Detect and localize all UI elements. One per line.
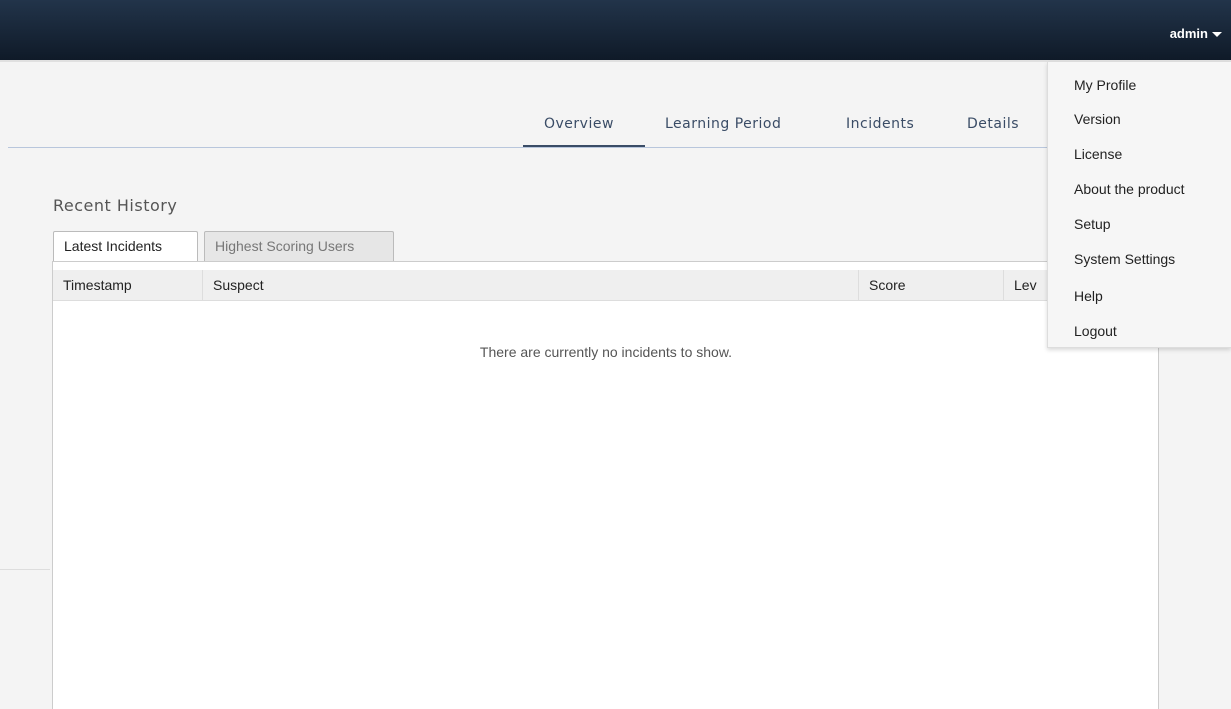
- menu-item-about[interactable]: About the product: [1074, 181, 1185, 197]
- user-menu-toggle[interactable]: admin: [1170, 26, 1222, 41]
- incidents-table: Timestamp Suspect Score Lev There are cu…: [52, 261, 1159, 709]
- column-header-score[interactable]: Score: [859, 270, 1004, 301]
- nav-divider: [8, 147, 1047, 148]
- tab-latest-incidents[interactable]: Latest Incidents: [53, 231, 198, 261]
- section-title: Recent History: [53, 196, 178, 215]
- top-bar: admin: [0, 0, 1231, 62]
- menu-item-help[interactable]: Help: [1074, 288, 1103, 304]
- user-name: admin: [1169, 26, 1208, 41]
- column-header-suspect[interactable]: Suspect: [203, 270, 859, 301]
- menu-item-system-settings[interactable]: System Settings: [1074, 251, 1175, 267]
- tab-incidents[interactable]: Incidents: [846, 116, 914, 132]
- tab-details[interactable]: Details: [967, 116, 1019, 132]
- menu-item-setup[interactable]: Setup: [1074, 216, 1111, 232]
- menu-item-version[interactable]: Version: [1074, 111, 1121, 127]
- table-header: Timestamp Suspect Score Lev: [53, 270, 1159, 301]
- empty-state-message: There are currently no incidents to show…: [479, 344, 733, 360]
- tab-learning-period[interactable]: Learning Period: [665, 116, 781, 132]
- menu-item-license[interactable]: License: [1074, 146, 1122, 162]
- active-tab-indicator: [523, 145, 645, 147]
- tab-highest-scoring-users[interactable]: Highest Scoring Users: [204, 231, 394, 261]
- caret-down-icon: [1212, 32, 1222, 38]
- column-header-timestamp[interactable]: Timestamp: [53, 270, 203, 301]
- side-divider: [0, 569, 50, 570]
- menu-item-logout[interactable]: Logout: [1074, 323, 1117, 339]
- user-dropdown-menu: My Profile Version License About the pro…: [1047, 62, 1231, 348]
- tab-overview[interactable]: Overview: [544, 116, 614, 132]
- menu-item-my-profile[interactable]: My Profile: [1074, 77, 1136, 93]
